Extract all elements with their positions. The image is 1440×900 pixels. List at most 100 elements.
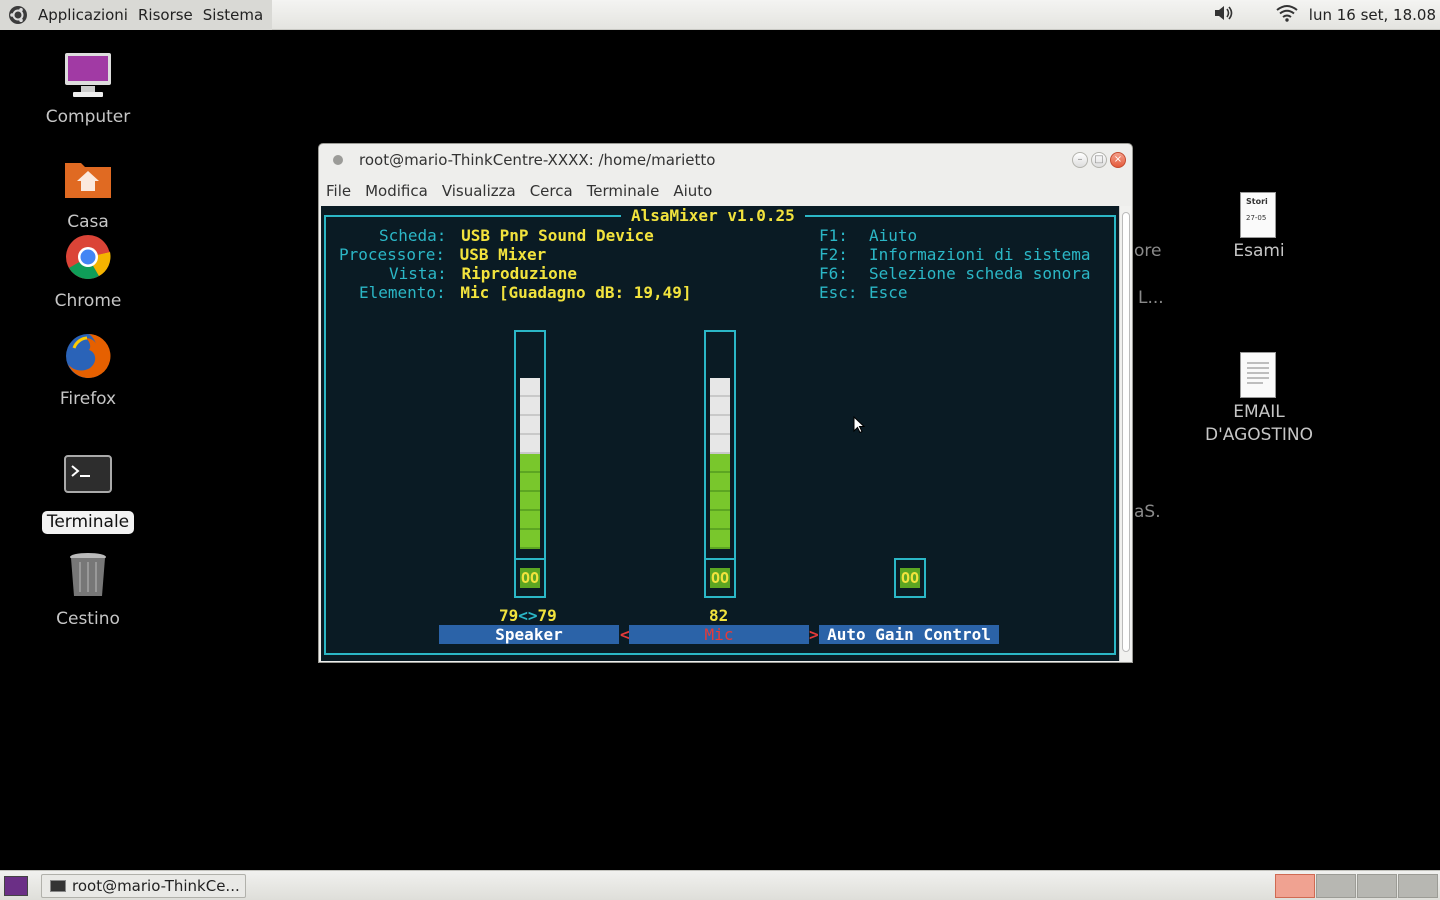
mic-mute-state: OO <box>710 568 730 588</box>
partial-desktop-label: ore <box>1134 241 1162 261</box>
bar-empty <box>710 378 730 454</box>
help-key: F2: <box>819 245 848 264</box>
taskbar-terminal-icon <box>50 880 66 892</box>
help-desc: Esce <box>869 283 908 302</box>
menu-risorse[interactable]: Risorse <box>136 6 201 24</box>
help-row-f1: F1: Aiuto <box>819 226 917 245</box>
menu-cerca[interactable]: Cerca <box>530 182 573 200</box>
speaker-mute-state: OO <box>520 568 540 588</box>
system-tray: lun 16 set, 18.08 <box>1199 0 1436 30</box>
wifi-icon[interactable] <box>1275 4 1299 26</box>
document-icon-esami[interactable]: Stori 27-05 <box>1240 192 1276 238</box>
close-button[interactable]: × <box>1110 152 1126 168</box>
mic-volume-value: 82 <box>709 606 729 625</box>
mic-volume-bar[interactable] <box>704 330 736 560</box>
clock[interactable]: lun 16 set, 18.08 <box>1309 6 1436 24</box>
minimize-button[interactable]: – <box>1072 152 1088 168</box>
desktop-icon-cestino[interactable]: Cestino <box>28 552 148 631</box>
volume-arrows: <> <box>518 606 538 625</box>
window-title: root@mario-ThinkCentre-XXXX: /home/marie… <box>359 151 716 169</box>
info-value: Riproduzione <box>461 264 578 283</box>
label-line: D'AGOSTINO <box>1205 425 1313 445</box>
bottom-panel: root@mario-ThinkCe... <box>0 870 1440 900</box>
menu-visualizza[interactable]: Visualizza <box>442 182 516 200</box>
workspace-1[interactable] <box>1275 874 1315 898</box>
ubuntu-logo-icon[interactable] <box>8 5 28 25</box>
terminal-window: root@mario-ThinkCentre-XXXX: /home/marie… <box>318 143 1133 663</box>
info-label: Processore: <box>339 245 445 264</box>
control-label-auto-gain-control[interactable]: Auto Gain Control <box>819 625 999 644</box>
info-label: Elemento: <box>359 283 446 302</box>
alsamixer-title: AlsaMixer v1.0.25 <box>621 206 805 226</box>
info-row-processore: Processore: USB Mixer <box>339 245 546 264</box>
agc-switch-box[interactable]: OO <box>894 558 926 598</box>
help-key: Esc: <box>819 283 858 302</box>
menu-modifica[interactable]: Modifica <box>365 182 428 200</box>
desktop-icon-label: Firefox <box>59 389 117 409</box>
help-key: F1: <box>819 226 848 245</box>
info-row-scheda: Scheda: USB PnP Sound Device <box>379 226 654 245</box>
volume-left: 79 <box>499 606 519 625</box>
bar-fill <box>710 454 730 549</box>
label-line: EMAIL <box>1233 402 1285 422</box>
mic-mute-box[interactable]: OO <box>704 558 736 598</box>
desktop-icon-firefox[interactable]: Firefox <box>28 332 148 411</box>
trash-icon <box>63 552 113 602</box>
info-row-elemento: Elemento: Mic [Guadagno dB: 19,49] <box>359 283 692 302</box>
desktop-icon-chrome[interactable]: Chrome <box>28 234 148 313</box>
desktop-icon-casa[interactable]: Casa <box>28 155 148 234</box>
firefox-icon <box>63 332 113 382</box>
volume-icon[interactable] <box>1213 4 1235 26</box>
desktop-icon-label-email: EMAIL D'AGOSTINO <box>1190 401 1328 447</box>
agc-switch-state: OO <box>900 568 920 588</box>
help-desc: Aiuto <box>869 226 918 245</box>
desktop-icon-label: Casa <box>67 212 109 232</box>
workspace-3[interactable] <box>1357 874 1397 898</box>
info-label: Scheda: <box>379 226 447 245</box>
help-desc: Informazioni di sistema <box>869 245 1091 264</box>
show-desktop-icon[interactable] <box>4 876 28 896</box>
control-label-speaker[interactable]: Speaker <box>439 625 619 644</box>
help-row-f2: F2: Informazioni di sistema <box>819 245 1091 264</box>
document-icon-email[interactable] <box>1240 352 1276 398</box>
workspace-4[interactable] <box>1398 874 1438 898</box>
volume-right: 79 <box>537 606 557 625</box>
info-value: Mic [Guadagno dB: 19,49] <box>460 283 692 302</box>
menu-aiuto[interactable]: Aiuto <box>673 182 712 200</box>
speaker-volume-bar[interactable] <box>514 330 546 560</box>
desktop-icon-computer[interactable]: Computer <box>28 50 148 129</box>
computer-icon <box>63 50 113 100</box>
mouse-pointer-icon <box>853 415 866 438</box>
document-thumb-text: Stori <box>1246 197 1268 206</box>
help-row-f6: F6: Selezione scheda sonora <box>819 264 1091 283</box>
speaker-mute-box[interactable]: OO <box>514 558 546 598</box>
control-label-mic[interactable]: Mic <box>629 625 809 644</box>
maximize-button[interactable]: □ <box>1091 152 1107 168</box>
menu-file[interactable]: File <box>326 182 351 200</box>
window-controls: – □ × <box>1069 152 1126 168</box>
desktop-icon-label-esami: Esami <box>1233 241 1285 261</box>
workspace-2[interactable] <box>1316 874 1356 898</box>
selection-marker-right: > <box>809 625 819 644</box>
document-thumb-text: 27-05 <box>1246 214 1267 222</box>
scrollbar-thumb[interactable] <box>1122 212 1130 652</box>
desktop-icon-terminale[interactable]: Terminale <box>28 455 148 534</box>
top-panel: Applicazioni Risorse Sistema lun 16 set,… <box>0 0 1440 30</box>
terminal-area[interactable]: AlsaMixer v1.0.25 Scheda: USB PnP Sound … <box>321 206 1119 661</box>
partial-desktop-label: L... <box>1138 288 1164 308</box>
menu-sistema[interactable]: Sistema <box>201 6 271 24</box>
window-menu-icon[interactable] <box>333 155 343 165</box>
home-folder-icon <box>63 155 113 205</box>
desktop-icon-label: Chrome <box>54 291 122 311</box>
menu-terminale[interactable]: Terminale <box>587 182 660 200</box>
menu-applicazioni[interactable]: Applicazioni <box>36 6 136 24</box>
terminal-scrollbar[interactable] <box>1119 206 1131 661</box>
window-titlebar[interactable]: root@mario-ThinkCentre-XXXX: /home/marie… <box>319 144 1132 176</box>
desktop-icon-label: Cestino <box>56 609 120 629</box>
taskbar-item-terminal[interactable]: root@mario-ThinkCe... <box>41 874 246 898</box>
info-value: USB PnP Sound Device <box>461 226 654 245</box>
bar-empty <box>520 378 540 454</box>
help-row-esc: Esc: Esce <box>819 283 908 302</box>
terminal-menubar: File Modifica Visualizza Cerca Terminale… <box>319 176 1132 206</box>
speaker-volume-value: 79<>79 <box>499 606 557 625</box>
